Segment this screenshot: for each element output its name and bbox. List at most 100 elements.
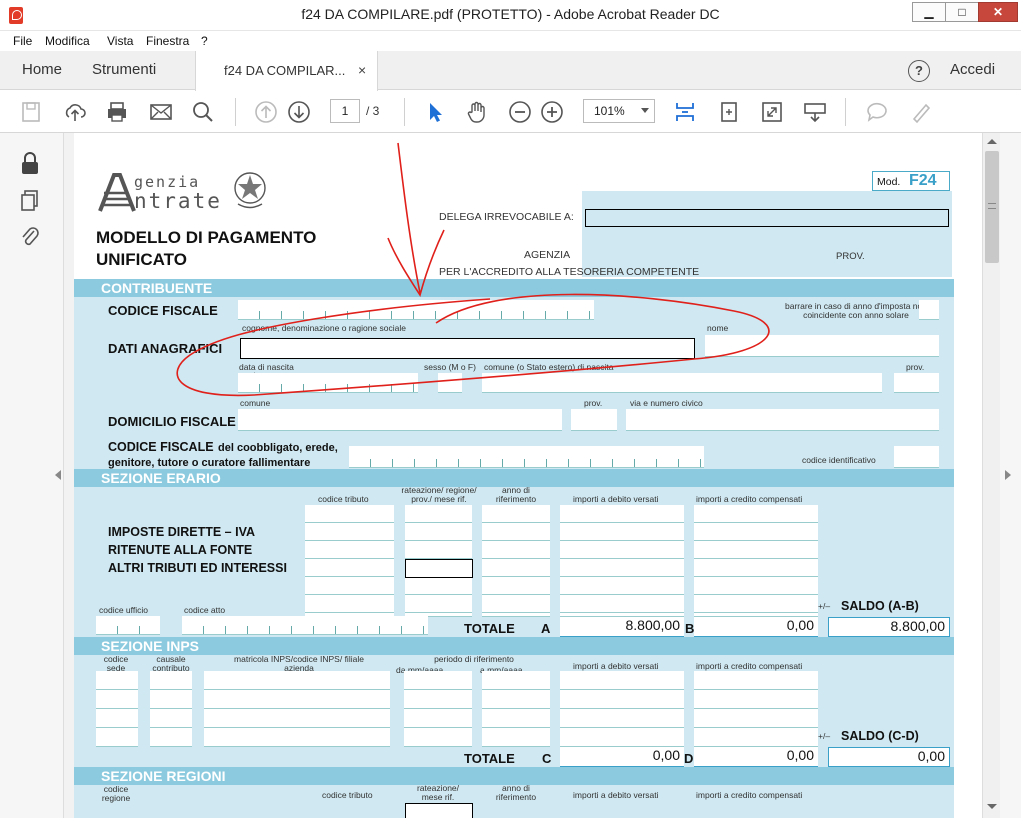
prov-nascita-field[interactable] <box>894 373 939 393</box>
accredito-label: PER L'ACCREDITO ALLA TESORERIA COMPETENT… <box>439 266 700 278</box>
scroll-down-icon[interactable] <box>987 804 997 809</box>
lock-icon[interactable] <box>19 151 41 175</box>
cognome-field[interactable] <box>240 338 695 359</box>
tab-document[interactable]: f24 DA COMPILAR... × <box>195 51 378 91</box>
erario-anno-column[interactable] <box>482 505 550 617</box>
delega-label: DELEGA IRREVOCABILE A: <box>439 211 574 223</box>
maximize-button[interactable]: □ <box>945 2 979 22</box>
menu-help[interactable]: ? <box>201 34 208 48</box>
nome-field[interactable] <box>705 335 939 357</box>
via-field[interactable] <box>626 409 939 431</box>
sesso-field[interactable] <box>438 373 462 393</box>
help-icon[interactable]: ? <box>908 60 930 82</box>
inps-debito-column[interactable] <box>560 671 684 747</box>
cf-coobbligato-field[interactable] <box>349 446 704 468</box>
tab-tools[interactable]: Strumenti <box>92 61 156 78</box>
inps-matricola-column[interactable] <box>204 671 390 747</box>
codice-fiscale-field[interactable] <box>238 300 594 320</box>
prov-nascita-label: prov. <box>906 362 925 372</box>
comment-icon[interactable] <box>864 99 890 125</box>
form-title-line2: UNIFICATO <box>96 250 187 269</box>
scroll-up-icon[interactable] <box>987 139 997 144</box>
close-window-button[interactable]: ✕ <box>978 2 1018 22</box>
inps-credito-column[interactable] <box>694 671 818 747</box>
attachment-icon[interactable] <box>19 224 41 248</box>
logo-text-bottom: ntrate <box>134 189 222 213</box>
inps-saldo[interactable]: 0,00 <box>828 747 950 767</box>
sesso-label: sesso (M o F) <box>424 362 476 372</box>
cf-coobbligato-label-rest: del coobbligato, erede, <box>218 442 338 454</box>
inps-sede-column[interactable] <box>96 671 138 747</box>
zoom-in-icon[interactable] <box>539 99 565 125</box>
vertical-scrollbar[interactable] <box>982 133 1000 818</box>
erario-row-ritenute: RITENUTE ALLA FONTE <box>108 543 253 557</box>
sign-in-button[interactable]: Accedi <box>950 61 995 78</box>
cf-coobbligato-label-strong: CODICE FISCALE <box>108 440 214 454</box>
inps-total-d[interactable]: 0,00 <box>694 747 818 767</box>
prov-domicilio-field[interactable] <box>571 409 617 431</box>
data-nascita-field[interactable] <box>238 373 418 393</box>
hand-icon[interactable] <box>464 99 490 125</box>
page-down-icon[interactable] <box>286 99 312 125</box>
minimize-button[interactable]: ▁ <box>912 2 946 22</box>
regioni-rateazione-field[interactable] <box>405 803 473 818</box>
inps-causale-column[interactable] <box>150 671 192 747</box>
save-icon[interactable] <box>18 99 44 125</box>
codice-identificativo-field[interactable] <box>894 446 939 468</box>
erario-active-field[interactable] <box>405 559 473 578</box>
erario-total-a-letter: A <box>541 621 551 636</box>
tab-home[interactable]: Home <box>22 61 62 78</box>
erario-total-a[interactable]: 8.800,00 <box>560 617 684 637</box>
erario-row-imposte: IMPOSTE DIRETTE – IVA <box>108 525 256 539</box>
close-tab-icon[interactable]: × <box>358 62 366 78</box>
print-icon[interactable] <box>104 99 130 125</box>
select-cursor-icon[interactable] <box>422 99 448 125</box>
inps-total-d-letter: D <box>684 751 694 766</box>
inps-saldo-label: SALDO (C-D) <box>841 729 919 743</box>
erario-col-anno: anno di riferimento <box>495 485 537 504</box>
regioni-col-rateazione: rateazione/ mese rif. <box>416 783 460 802</box>
comune-label: comune <box>240 398 271 408</box>
erario-row-altri: ALTRI TRIBUTI ED INTERESSI <box>108 561 287 575</box>
sign-icon[interactable] <box>908 99 934 125</box>
inps-total-c[interactable]: 0,00 <box>560 747 684 767</box>
delega-field[interactable] <box>585 209 949 227</box>
anno-imposta-checkbox[interactable] <box>919 300 939 320</box>
fit-page-icon[interactable] <box>672 99 698 125</box>
inps-da-column[interactable] <box>404 671 472 747</box>
erario-codice-tributo-column[interactable] <box>305 505 394 617</box>
search-icon[interactable] <box>190 99 216 125</box>
model-code: F24 <box>909 172 937 189</box>
fullscreen-icon[interactable] <box>759 99 785 125</box>
inps-band: SEZIONE INPS <box>74 637 954 655</box>
logo-mark-icon <box>98 173 136 212</box>
menu-file[interactable]: File <box>13 34 32 48</box>
inps-a-column[interactable] <box>482 671 550 747</box>
read-mode-icon[interactable] <box>802 99 828 125</box>
expand-right-panel-icon[interactable] <box>1005 470 1011 480</box>
comune-nascita-field[interactable] <box>482 373 882 393</box>
email-icon[interactable] <box>148 99 174 125</box>
page-up-icon[interactable] <box>253 99 279 125</box>
zoom-out-icon[interactable] <box>507 99 533 125</box>
toolbar-separator <box>235 98 236 126</box>
upload-icon[interactable] <box>62 99 88 125</box>
erario-credito-column[interactable] <box>694 505 818 617</box>
erario-total-b[interactable]: 0,00 <box>694 617 818 637</box>
menu-finestra[interactable]: Finestra <box>146 34 189 48</box>
pages-icon[interactable] <box>19 188 41 212</box>
left-sidebar <box>0 133 64 818</box>
page-number-input[interactable]: 1 <box>330 99 360 123</box>
collapse-left-panel-icon[interactable] <box>55 470 61 480</box>
codice-atto-field[interactable] <box>182 616 428 635</box>
comune-domicilio-field[interactable] <box>238 409 562 431</box>
cf-coobbligato-label-line2: genitore, tutore o curatore fallimentare <box>108 457 311 469</box>
delega-block <box>582 191 952 277</box>
menu-modifica[interactable]: Modifica <box>45 34 90 48</box>
rotate-icon[interactable] <box>716 99 742 125</box>
agenzia-label: AGENZIA <box>524 249 571 261</box>
menu-vista[interactable]: Vista <box>107 34 133 48</box>
erario-debito-column[interactable] <box>560 505 684 617</box>
codice-ufficio-field[interactable] <box>96 616 160 635</box>
erario-saldo[interactable]: 8.800,00 <box>828 617 950 637</box>
